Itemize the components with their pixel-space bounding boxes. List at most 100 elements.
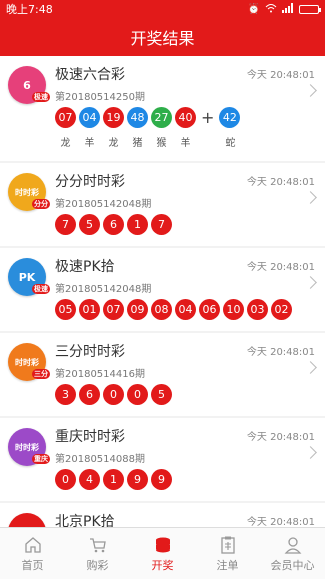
lottery-logo: 6 极速	[8, 66, 50, 104]
number-balls: 7 5 6 1 7	[55, 214, 172, 235]
lottery-logo: PK 极速	[8, 258, 50, 296]
wifi-icon	[265, 3, 277, 16]
cart-icon	[89, 537, 106, 552]
number-ball: 0	[127, 384, 148, 405]
tab-results[interactable]: 开奖	[130, 528, 195, 579]
draw-time: 今天 20:48:01	[246, 177, 315, 188]
home-icon	[24, 536, 41, 553]
issue-number: 第20180514​2048期	[55, 199, 152, 210]
user-icon	[284, 536, 301, 554]
logo-badge: 极速	[32, 92, 50, 102]
logo-badge: 极速	[32, 284, 50, 294]
number-balls: 07 04 19 48 27 40 + 42	[55, 107, 241, 128]
special-zodiac-label: 蛇	[225, 138, 236, 149]
zodiac-label: 龙	[108, 138, 119, 149]
number-ball: 07	[103, 299, 124, 320]
number-ball: 9	[127, 469, 148, 490]
status-icons: ⏰	[247, 2, 321, 16]
lottery-card[interactable]: PK 极速 极速PK拾 今天 20:48:01 第20180514​2048期 …	[0, 248, 325, 331]
number-ball: 02	[271, 299, 292, 320]
draw-time: 今天 20:48:01	[246, 517, 315, 527]
number-ball: 4	[79, 469, 100, 490]
zodiac-label: 猴	[156, 138, 167, 149]
logo-badge: 重庆	[32, 454, 50, 464]
tab-orders[interactable]: 注单	[195, 528, 260, 579]
lottery-name: 极速PK拾	[55, 259, 115, 275]
signal-icon	[282, 2, 294, 16]
clipboard-icon	[220, 536, 235, 554]
lottery-card[interactable]: 时时彩 三分 三分时时彩 今天 20:48:01 第20180514​416期 …	[0, 333, 325, 416]
number-ball: 04	[175, 299, 196, 320]
coins-icon	[155, 537, 170, 552]
battery-icon	[299, 4, 321, 14]
number-balls: 3 6 0 0 5	[55, 384, 172, 405]
number-ball: 1	[103, 469, 124, 490]
chevron-right-icon[interactable]	[304, 361, 317, 374]
number-ball: 6	[103, 214, 124, 235]
tab-label: 注单	[216, 558, 239, 572]
zodiac-label: 羊	[180, 138, 191, 149]
draw-time: 今天 20:48:01	[246, 347, 315, 358]
lottery-name: 重庆时时彩	[55, 429, 125, 445]
lottery-logo: 时时彩 重庆	[8, 428, 50, 466]
number-ball: 9	[151, 469, 172, 490]
page-title: 开奖结果	[130, 29, 195, 48]
issue-number: 第20180514​088期	[55, 454, 145, 465]
number-ball: 0	[55, 469, 76, 490]
lottery-card[interactable]: 时时彩 分分 分分时时彩 今天 20:48:01 第20180514​2048期…	[0, 163, 325, 246]
chevron-right-icon[interactable]	[304, 191, 317, 204]
logo-badge: 分分	[32, 199, 50, 209]
lottery-logo: 时时彩 三分	[8, 343, 50, 381]
tab-member[interactable]: 会员中心	[260, 528, 325, 579]
lottery-logo: 时时彩 分分	[8, 173, 50, 211]
draw-time: 今天 20:48:01	[246, 70, 315, 81]
tab-label: 购彩	[86, 558, 109, 572]
number-ball: 7	[55, 214, 76, 235]
number-balls: 0 4 1 9 9	[55, 469, 172, 490]
zodiac-label: 猪	[132, 138, 143, 149]
lottery-card[interactable]: 时时彩 重庆 重庆时时彩 今天 20:48:01 第20180514​088期 …	[0, 418, 325, 501]
draw-time: 今天 20:48:01	[246, 432, 315, 443]
lottery-name: 北京PK拾	[55, 514, 115, 527]
tab-label: 会员中心	[270, 558, 315, 572]
tab-label: 首页	[21, 558, 44, 572]
number-ball: 08	[151, 299, 172, 320]
tab-buy[interactable]: 购彩	[65, 528, 130, 579]
number-ball: 7	[151, 214, 172, 235]
number-ball: 01	[79, 299, 100, 320]
number-ball: 10	[223, 299, 244, 320]
page-header: 开奖结果	[0, 18, 325, 56]
zodiac-row: 龙 羊 龙 猪 猴 羊 蛇	[55, 134, 241, 149]
number-ball: 1	[127, 214, 148, 235]
lottery-name: 三分时时彩	[55, 344, 125, 360]
status-time: 晚上7:48	[6, 3, 53, 16]
number-ball: 27	[151, 107, 172, 128]
number-ball: 48	[127, 107, 148, 128]
zodiac-label: 羊	[84, 138, 95, 149]
number-ball: 07	[55, 107, 76, 128]
number-ball: 40	[175, 107, 196, 128]
draw-time: 今天 20:48:01	[246, 262, 315, 273]
number-ball: 09	[127, 299, 148, 320]
number-ball: 3	[55, 384, 76, 405]
zodiac-label: 龙	[60, 138, 71, 149]
issue-number: 第20180514​2048期	[55, 284, 152, 295]
number-ball: 5	[151, 384, 172, 405]
lottery-card[interactable]: 6 极速 极速六合彩 今天 20:48:01 第201805142​50期 07…	[0, 56, 325, 161]
tab-label: 开奖	[151, 558, 174, 572]
plus-icon: +	[201, 108, 215, 127]
number-ball: 06	[199, 299, 220, 320]
chevron-right-icon[interactable]	[304, 84, 317, 97]
tab-home[interactable]: 首页	[0, 528, 65, 579]
chevron-right-icon[interactable]	[304, 446, 317, 459]
number-ball: 5	[79, 214, 100, 235]
special-ball: 42	[219, 107, 241, 128]
alarm-icon: ⏰	[247, 3, 260, 15]
issue-number: 第20180514​416期	[55, 369, 145, 380]
lottery-list[interactable]: 6 极速 极速六合彩 今天 20:48:01 第201805142​50期 07…	[0, 56, 325, 527]
number-ball: 04	[79, 107, 100, 128]
logo-badge: 三分	[32, 369, 50, 379]
bottom-tab-bar: 首页 购彩 开奖 注单 会员中心	[0, 527, 325, 579]
chevron-right-icon[interactable]	[304, 276, 317, 289]
lottery-card[interactable]: PK 北京PK拾 今天 20:48:01	[0, 503, 325, 527]
